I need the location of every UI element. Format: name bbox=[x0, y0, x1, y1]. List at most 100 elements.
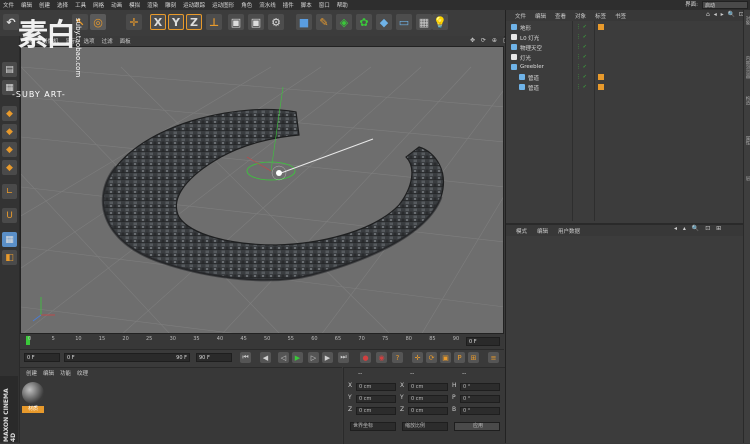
x-axis-icon[interactable]: X bbox=[150, 14, 166, 30]
tag-icon[interactable] bbox=[598, 84, 604, 90]
menu-item-7[interactable]: 模拟 bbox=[129, 1, 140, 9]
array-icon[interactable]: ✿ bbox=[356, 14, 372, 30]
attributes-menu-item-2[interactable]: 用户数据 bbox=[558, 227, 580, 235]
side-tab[interactable]: 层 bbox=[744, 176, 750, 181]
menu-item-15[interactable]: 脚本 bbox=[301, 1, 312, 9]
snap-icon[interactable]: ◧ bbox=[2, 250, 17, 265]
y-axis-icon[interactable]: Y bbox=[168, 14, 184, 30]
object-menu-item-1[interactable]: 编辑 bbox=[535, 12, 546, 20]
object-row[interactable]: Greebler ⋮ ✓ bbox=[506, 63, 750, 72]
side-tab[interactable]: 构造 bbox=[744, 96, 750, 105]
menu-item-12[interactable]: 角色 bbox=[241, 1, 252, 9]
floor-icon[interactable]: ▭ bbox=[396, 14, 412, 30]
object-row[interactable]: 灯光 ⋮ ✓ bbox=[506, 53, 750, 62]
cube-icon[interactable]: ■ bbox=[296, 14, 312, 30]
menu-item-9[interactable]: 雕刻 bbox=[165, 1, 176, 9]
visibility-check-icon[interactable]: ⋮ ✓ bbox=[576, 24, 587, 30]
menu-item-4[interactable]: 工具 bbox=[75, 1, 86, 9]
deformer-icon[interactable]: ◆ bbox=[376, 14, 392, 30]
menu-item-5[interactable]: 网格 bbox=[93, 1, 104, 9]
coord-field[interactable]: 0 ° bbox=[460, 395, 500, 403]
prev-frame-icon[interactable]: ◁ bbox=[278, 352, 289, 363]
timeline-window-icon[interactable]: ≡ bbox=[488, 352, 499, 363]
start-frame-field[interactable]: 0 F bbox=[24, 353, 60, 362]
go-to-start-icon[interactable]: ⏮ bbox=[240, 352, 251, 363]
move-icon[interactable]: ✛ bbox=[126, 14, 142, 30]
material-menu-item-3[interactable]: 纹理 bbox=[77, 369, 88, 377]
keyframe-selection-icon[interactable]: ? bbox=[392, 352, 403, 363]
visibility-check-icon[interactable]: ⋮ ✓ bbox=[576, 74, 587, 80]
camera-icon[interactable]: ▦ bbox=[416, 14, 432, 30]
object-menu-item-0[interactable]: 文件 bbox=[515, 12, 526, 20]
visibility-check-icon[interactable]: ⋮ ✓ bbox=[576, 64, 587, 70]
subdivision-icon[interactable]: ◈ bbox=[336, 14, 352, 30]
material-ball[interactable] bbox=[22, 382, 44, 404]
pla-key-icon[interactable]: ⊞ bbox=[468, 352, 479, 363]
object-name[interactable]: 地形 bbox=[520, 24, 531, 32]
next-frame-icon[interactable]: ▷ bbox=[308, 352, 319, 363]
light-icon[interactable]: 💡 bbox=[432, 14, 448, 30]
material-name[interactable]: 材质 bbox=[22, 406, 44, 413]
visibility-check-icon[interactable]: ⋮ ✓ bbox=[576, 44, 587, 50]
side-tab[interactable]: 内容浏览器 bbox=[744, 56, 750, 79]
side-tab[interactable]: 对象 bbox=[744, 16, 750, 25]
visibility-check-icon[interactable]: ⋮ ✓ bbox=[576, 34, 587, 40]
menu-item-16[interactable]: 窗口 bbox=[319, 1, 330, 9]
menu-item-13[interactable]: 流水线 bbox=[259, 1, 276, 9]
next-key-icon[interactable]: ▶ bbox=[322, 352, 333, 363]
timeline[interactable]: 0 F 0 5 10 15 20 25 30 35 40 45 50 55 60 65 70 75 80 85 90 bbox=[20, 334, 504, 349]
coord-field[interactable]: 0 cm bbox=[356, 407, 396, 415]
object-menu-item-4[interactable]: 标签 bbox=[595, 12, 606, 20]
viewport-menu-item-4[interactable]: 过滤 bbox=[102, 37, 113, 45]
attributes-menu-item-0[interactable]: 模式 bbox=[516, 227, 527, 235]
object-row[interactable]: 管道 ⋮ ✓ bbox=[506, 83, 750, 92]
render-view-icon[interactable]: ▣ bbox=[228, 14, 244, 30]
object-name[interactable]: 物理天空 bbox=[520, 44, 542, 52]
object-name[interactable]: 灯光 bbox=[520, 54, 531, 62]
side-tab[interactable]: 属性 bbox=[744, 136, 750, 145]
menu-item-1[interactable]: 编辑 bbox=[21, 1, 32, 9]
attributes-nav-icons[interactable]: ◂ ▴ 🔍 ⊡ ⊞ bbox=[674, 225, 723, 232]
coord-field[interactable]: 0 cm bbox=[408, 395, 448, 403]
object-name[interactable]: L0 灯光 bbox=[520, 34, 539, 42]
prev-key-icon[interactable]: ◀ bbox=[260, 352, 271, 363]
coord-field[interactable]: 0 ° bbox=[460, 407, 500, 415]
axis-mode-icon[interactable]: ∟ bbox=[2, 184, 17, 199]
coord-mode-select[interactable]: 世界坐标 bbox=[350, 422, 396, 431]
spline-pen-icon[interactable]: ✎ bbox=[316, 14, 332, 30]
menu-item-6[interactable]: 动画 bbox=[111, 1, 122, 9]
object-menu-item-2[interactable]: 查看 bbox=[555, 12, 566, 20]
object-manager-nav-icons[interactable]: ⌂ ◂ ▸ 🔍 ⊡ bbox=[706, 11, 745, 18]
object-row[interactable]: 物理天空 ⋮ ✓ bbox=[506, 43, 750, 52]
menu-item-14[interactable]: 插件 bbox=[283, 1, 294, 9]
play-icon[interactable]: ▶ bbox=[292, 352, 303, 363]
coord-field[interactable]: 0 cm bbox=[356, 395, 396, 403]
z-axis-icon[interactable]: Z bbox=[186, 14, 202, 30]
scale-key-icon[interactable]: ▣ bbox=[440, 352, 451, 363]
material-menu-item-1[interactable]: 编辑 bbox=[43, 369, 54, 377]
object-menu-item-5[interactable]: 书签 bbox=[615, 12, 626, 20]
tag-icon[interactable] bbox=[598, 24, 604, 30]
tag-icon[interactable] bbox=[598, 74, 604, 80]
coord-field[interactable]: 0 ° bbox=[460, 383, 500, 391]
coordinate-system-icon[interactable]: ⊥ bbox=[206, 14, 222, 30]
auto-key-icon[interactable]: ◉ bbox=[376, 352, 387, 363]
menu-item-17[interactable]: 帮助 bbox=[337, 1, 348, 9]
menu-item-2[interactable]: 创建 bbox=[39, 1, 50, 9]
points-mode-icon[interactable]: ◆ bbox=[2, 124, 17, 139]
menu-item-3[interactable]: 选择 bbox=[57, 1, 68, 9]
magnet-icon[interactable]: U bbox=[2, 208, 17, 223]
object-row[interactable]: L0 灯光 ⋮ ✓ bbox=[506, 33, 750, 42]
position-key-icon[interactable]: ✛ bbox=[412, 352, 423, 363]
edges-mode-icon[interactable]: ◆ bbox=[2, 142, 17, 157]
polygons-mode-icon[interactable]: ◆ bbox=[2, 160, 17, 175]
object-row[interactable]: 地形 ⋮ ✓ bbox=[506, 23, 750, 32]
menu-item-8[interactable]: 渲染 bbox=[147, 1, 158, 9]
object-name[interactable]: Greebler bbox=[520, 64, 544, 70]
render-settings-icon[interactable]: ⚙ bbox=[268, 14, 284, 30]
coord-field[interactable]: 0 cm bbox=[356, 383, 396, 391]
object-name[interactable]: 管道 bbox=[528, 84, 539, 92]
scale-mode-select[interactable]: 缩放比例 bbox=[402, 422, 448, 431]
visibility-check-icon[interactable]: ⋮ ✓ bbox=[576, 54, 587, 60]
coord-field[interactable]: 0 cm bbox=[408, 407, 448, 415]
